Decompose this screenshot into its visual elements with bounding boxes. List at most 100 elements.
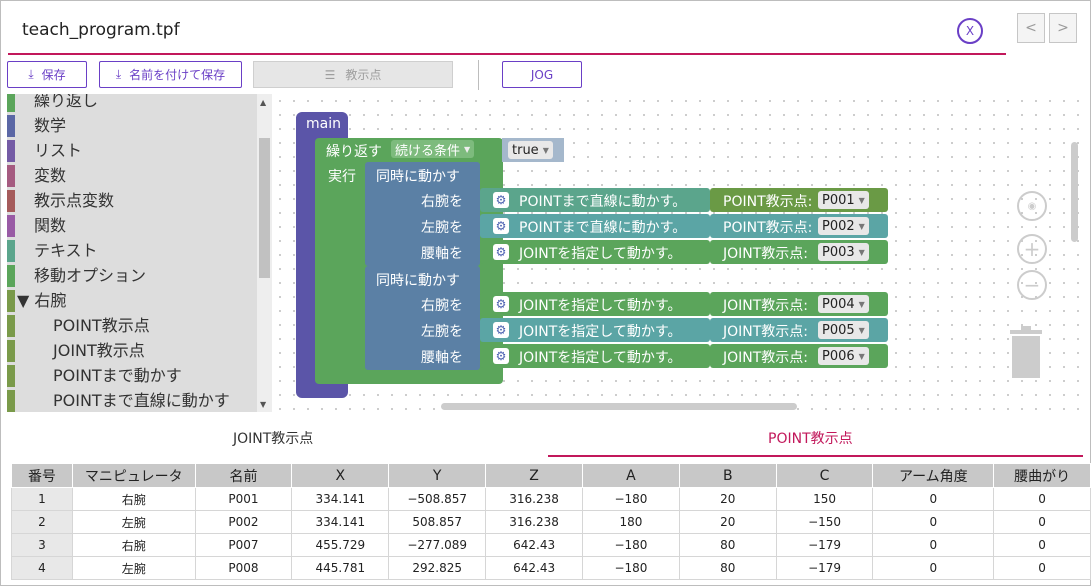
sidebar-item[interactable]: 数学 (7, 115, 257, 140)
sidebar-item-label: POINTまで動かす (53, 366, 182, 385)
table-row[interactable]: 1 右腕 P001 334.141 −508.857 316.238 −180 20 150 0 0 (11, 487, 1091, 511)
table-cell: 20 (678, 510, 777, 534)
workspace-horizontal-scrollbar[interactable] (441, 403, 797, 410)
point-dropdown[interactable]: P004 ▼ (818, 295, 869, 313)
point-dropdown[interactable]: P006 ▼ (818, 347, 869, 365)
point-value: P001 (822, 192, 855, 208)
jog-button[interactable]: JOG (502, 61, 582, 88)
column-header[interactable]: 番号 (11, 463, 73, 488)
recenter-icon[interactable]: ◉ (1017, 191, 1047, 221)
sidebar-item[interactable]: JOINT教示点 (7, 340, 257, 365)
table-cell: 80 (678, 556, 777, 580)
gear-icon[interactable]: ⚙ (493, 348, 509, 364)
sidebar-item[interactable]: POINTまで直線に動かす (7, 390, 257, 412)
sidebar-item[interactable]: 移動オプション (7, 265, 257, 290)
column-header[interactable]: 名前 (194, 463, 293, 488)
table-cell: 0 (872, 533, 995, 557)
table-row[interactable]: 2 左腕 P002 334.141 508.857 316.238 180 20 −150 0 0 (11, 510, 1091, 534)
sidebar-item-label: POINT教示点 (53, 316, 150, 335)
condition-dropdown[interactable]: 続ける条件 ▼ (391, 140, 475, 159)
category-color-bar (7, 265, 15, 287)
table-cell: 292.825 (388, 556, 487, 580)
save-as-button[interactable]: ⤓ 名前を付けて保存 (99, 61, 242, 88)
sidebar-item[interactable]: 教示点変数 (7, 190, 257, 215)
point-value: P006 (822, 348, 855, 364)
sidebar-item[interactable]: 変数 (7, 165, 257, 190)
table-cell: 0 (993, 556, 1091, 580)
true-label: true (512, 142, 539, 158)
sidebar-item-label: 数学 (34, 116, 67, 135)
category-color-bar (7, 290, 15, 312)
table-row[interactable]: 3 右腕 P007 455.729 −277.089 642.43 −180 80 −179 0 0 (11, 533, 1091, 557)
point-dropdown[interactable]: P001 ▼ (818, 191, 869, 209)
chevron-down-icon: ▼ (858, 299, 865, 309)
column-header[interactable]: Y (388, 463, 487, 488)
blockly-workspace[interactable]: main 繰り返す 続ける条件 ▼ true ▼ 実行 同時に動かす 同時に動かす … (273, 94, 1083, 412)
point-dropdown[interactable]: P003 ▼ (818, 243, 869, 261)
main-label: main (306, 116, 341, 132)
table-cell: 右腕 (71, 487, 196, 511)
sidebar-item-label: テキスト (34, 241, 98, 260)
sidebar-item[interactable]: 関数 (7, 215, 257, 240)
column-header[interactable]: B (678, 463, 777, 488)
prev-button[interactable]: < (1017, 13, 1045, 43)
column-header[interactable]: X (291, 463, 390, 488)
tab-point-points[interactable]: POINT教示点 (768, 428, 853, 448)
column-header[interactable]: C (775, 463, 874, 488)
sidebar-item[interactable]: 繰り返し (7, 94, 257, 115)
point-value: P003 (822, 244, 855, 260)
tab-joint-points[interactable]: JOINT教示点 (233, 428, 313, 448)
scroll-up-icon[interactable]: ▲ (260, 98, 266, 107)
save-button[interactable]: ⤓ 保存 (7, 61, 87, 88)
point-type-label: JOINT教示点: (723, 324, 809, 340)
gear-icon[interactable]: ⚙ (493, 244, 509, 260)
column-header[interactable]: マニピュレータ (71, 463, 196, 488)
sidebar-scrollbar[interactable]: ▲ ▼ (257, 94, 272, 412)
table-cell: −180 (582, 533, 680, 557)
category-color-bar (7, 215, 15, 237)
download-icon: ⤓ (115, 67, 122, 81)
condition-label: 続ける条件 (395, 143, 461, 159)
gear-icon[interactable]: ⚙ (493, 322, 509, 338)
gear-icon[interactable]: ⚙ (493, 296, 509, 312)
gear-icon[interactable]: ⚙ (493, 192, 509, 208)
column-header[interactable]: 腰曲がり (993, 463, 1091, 488)
table-cell: 334.141 (291, 487, 390, 511)
point-dropdown[interactable]: P005 ▼ (818, 321, 869, 339)
gear-icon[interactable]: ⚙ (493, 218, 509, 234)
point-dropdown[interactable]: P002 ▼ (818, 217, 869, 235)
sidebar-item[interactable]: POINTまで動かす (7, 365, 257, 390)
chevron-down-icon: ▼ (858, 325, 865, 335)
trash-icon[interactable] (1008, 326, 1044, 378)
do-label: 実行 (328, 169, 356, 185)
chevron-down-icon: ▼ (858, 247, 865, 257)
column-header[interactable]: アーム角度 (872, 463, 995, 488)
sidebar-item-label: ▼ 右腕 (17, 291, 67, 310)
point-value: P005 (822, 322, 855, 338)
file-title: teach_program.tpf (22, 20, 180, 40)
zoom-out-icon[interactable]: − (1017, 270, 1047, 300)
sidebar-scroll-thumb[interactable] (259, 138, 270, 278)
column-header[interactable]: A (582, 463, 680, 488)
chevron-down-icon: ▼ (858, 221, 865, 231)
sidebar-item[interactable]: リスト (7, 140, 257, 165)
sidebar-item[interactable]: テキスト (7, 240, 257, 265)
column-header[interactable]: Z (485, 463, 584, 488)
close-button[interactable]: X (957, 18, 983, 44)
workspace-vertical-scrollbar[interactable] (1071, 142, 1078, 242)
save-as-label: 名前を付けて保存 (129, 68, 226, 82)
point-value: P002 (822, 218, 855, 234)
arm-label: 右腕を (421, 194, 463, 210)
zoom-in-icon[interactable]: + (1017, 234, 1047, 264)
sidebar-item[interactable]: ▼ 右腕 (7, 290, 257, 315)
scroll-down-icon[interactable]: ▼ (260, 400, 266, 409)
table-row[interactable]: 4 左腕 P008 445.781 292.825 642.43 −180 80 −179 0 0 (11, 556, 1091, 580)
true-dropdown[interactable]: true ▼ (508, 141, 553, 159)
move-action-label: POINTまで直線に動かす。 (519, 194, 687, 210)
point-type-label: POINT教示点: (723, 220, 813, 236)
point-type-label: JOINT教示点: (723, 298, 809, 314)
table-cell: 316.238 (485, 510, 584, 534)
next-button[interactable]: > (1049, 13, 1077, 43)
sidebar-item[interactable]: POINT教示点 (7, 315, 257, 340)
table-cell: −180 (582, 487, 680, 511)
